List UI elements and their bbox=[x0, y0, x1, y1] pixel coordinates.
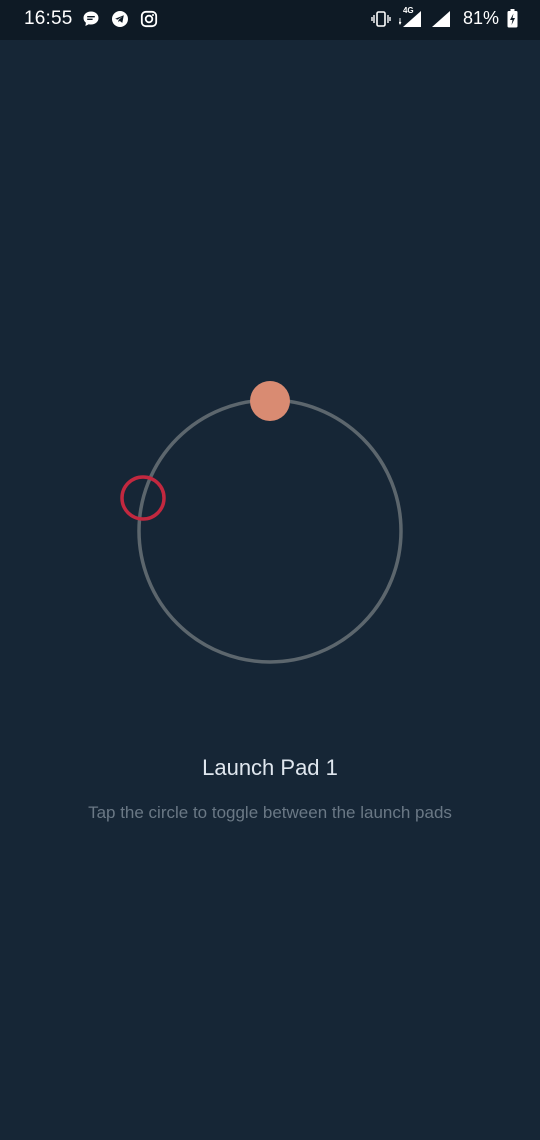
launch-pad-title: Launch Pad 1 bbox=[202, 755, 338, 780]
launch-pad-hint: Tap the circle to toggle between the lau… bbox=[88, 803, 452, 822]
launch-pad-1-marker[interactable] bbox=[250, 381, 290, 421]
battery-percentage: 81% bbox=[462, 8, 499, 28]
status-bar: 16:55 4G 81% bbox=[0, 0, 540, 40]
notification-icons bbox=[82, 10, 158, 28]
screen: 16:55 4G 81% Launch Pad 1 Tap the circle… bbox=[0, 0, 540, 1140]
system-status: 4G 81% bbox=[371, 5, 518, 29]
launch-pad-orbit[interactable] bbox=[110, 370, 430, 690]
orbit-ring[interactable] bbox=[137, 398, 403, 664]
instagram-icon bbox=[140, 10, 158, 28]
telegram-icon bbox=[111, 10, 129, 28]
network-label: 4G bbox=[402, 5, 414, 15]
chat-bubble-icon bbox=[82, 10, 100, 28]
vibrate-icon bbox=[371, 10, 391, 28]
signal-icon bbox=[431, 10, 451, 28]
battery-charging-icon bbox=[507, 9, 518, 28]
status-time: 16:55 bbox=[24, 8, 73, 29]
signal-4g-icon: 4G bbox=[398, 5, 423, 29]
